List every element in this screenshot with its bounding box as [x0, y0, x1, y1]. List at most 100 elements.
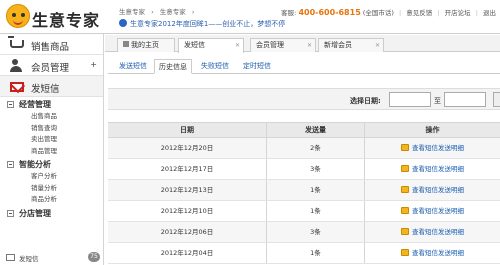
cell-count: 2条 [266, 138, 364, 158]
announcement-text: 生意专家2012年度回眸1——创业不止，梦想不停 [130, 20, 286, 28]
collapse-icon [7, 209, 14, 217]
app-logo[interactable]: 生意专家 [6, 4, 112, 30]
close-icon[interactable]: ✕ [375, 39, 380, 52]
hotline-number: 400-600-6815 [298, 8, 361, 17]
sms-detail-icon [401, 186, 409, 193]
sidebar-item-label: 销售商品 [31, 42, 70, 53]
breadcrumb-item[interactable]: 生意专家 [160, 8, 186, 16]
mail-icon [10, 82, 24, 92]
view-detail-link[interactable]: 查看短信发送明细 [412, 144, 464, 152]
table-row: 2012年12月13日 1条 查看短信发送明细 [108, 180, 500, 201]
cell-count: 3条 [266, 159, 364, 179]
cell-count: 3条 [266, 222, 364, 242]
table-row: 2012年12月04日 1条 查看短信发送明细 [108, 243, 500, 264]
sidebar-group-branches[interactable]: 分店管理 [0, 207, 103, 220]
subtab-send[interactable]: 发送短信 [114, 59, 152, 74]
sms-detail-icon [401, 249, 409, 256]
logout-link[interactable]: 退出 [483, 9, 496, 17]
table-row: 2012年12月20日 2条 查看短信发送明细 [108, 138, 500, 159]
table-row: 2012年12月06日 3条 查看短信发送明细 [108, 222, 500, 243]
cell-count: 1条 [266, 201, 364, 221]
cell-date: 2012年12月17日 [160, 165, 214, 173]
top-links: 客服: 400-600-6815 (全国市话) | 意见反馈 | 开店论坛 | … [281, 8, 496, 17]
close-icon[interactable]: ✕ [235, 39, 240, 52]
subtab-scheduled[interactable]: 定时短信 [238, 59, 276, 74]
top-header: 生意专家 生意专家 › 生意专家 › 生意专家2012年度回眸1——创业不止，梦… [0, 0, 500, 34]
view-detail-link[interactable]: 查看短信发送明细 [412, 249, 464, 257]
sms-detail-icon [401, 165, 409, 172]
column-header-count: 发送量 [266, 123, 364, 137]
cell-date: 2012年12月06日 [160, 228, 214, 236]
sidebar-subitem[interactable]: 卖出管理 [0, 134, 103, 146]
sidebar-group-business[interactable]: 经营管理 [0, 98, 103, 111]
add-member-button[interactable]: + [90, 60, 97, 69]
sms-subtabs: 发送短信 历史信息 失败短信 定时短信 [108, 57, 500, 74]
users-icon [10, 59, 24, 72]
view-detail-link[interactable]: 查看短信发送明细 [412, 186, 464, 194]
close-icon[interactable]: ✕ [307, 39, 312, 52]
column-header-date: 日期 [180, 126, 194, 134]
tab-new-member[interactable]: 新增会员 ✕ [318, 38, 384, 52]
cell-date: 2012年12月04日 [160, 249, 214, 257]
cell-count: 1条 [266, 180, 364, 200]
sidebar-subitem[interactable]: 商品分析 [0, 194, 103, 206]
sidebar: 销售商品 会员管理 + 发短信 经营管理 出售商品 销售查询 卖出管理 商品管理… [0, 34, 104, 265]
cart-icon [8, 36, 24, 48]
info-icon [119, 19, 127, 27]
sidebar-item-label: 发短信 [31, 84, 60, 95]
sms-detail-icon [401, 144, 409, 151]
subtab-history[interactable]: 历史信息 [154, 59, 192, 74]
end-date-input[interactable] [444, 92, 486, 107]
collapse-icon [7, 101, 14, 108]
mascot-icon [6, 4, 30, 28]
sidebar-subitem[interactable]: 出售商品 [0, 111, 103, 123]
sidebar-subitem[interactable]: 销售查询 [0, 123, 103, 135]
cell-date: 2012年12月13日 [160, 186, 214, 194]
view-detail-link[interactable]: 查看短信发送明细 [412, 207, 464, 215]
search-button[interactable] [493, 92, 500, 107]
hotline-region: (全国市话) [362, 9, 394, 17]
cell-date: 2012年12月20日 [160, 144, 214, 152]
tab-sms[interactable]: 发短信 ✕ [178, 38, 244, 53]
view-detail-link[interactable]: 查看短信发送明细 [412, 228, 464, 236]
sidebar-subitem[interactable]: 销量分析 [0, 183, 103, 195]
message-count-badge: 75 [88, 252, 100, 262]
sms-history-table: 日期 发送量 操作 2012年12月20日 2条 查看短信发送明细 2012年1… [108, 122, 500, 264]
sidebar-item-sms[interactable]: 发短信 [0, 76, 103, 97]
feedback-link[interactable]: 意见反馈 [406, 9, 432, 17]
sidebar-subitem[interactable]: 客户分析 [0, 171, 103, 183]
column-header-action: 操作 [364, 123, 500, 137]
announcement[interactable]: 生意专家2012年度回眸1——创业不止，梦想不停 [119, 19, 285, 29]
table-header: 日期 发送量 操作 [108, 122, 500, 138]
tab-members[interactable]: 会员管理 ✕ [250, 38, 316, 52]
view-detail-link[interactable]: 查看短信发送明细 [412, 165, 464, 173]
breadcrumb-item[interactable]: 生意专家 [119, 8, 145, 16]
breadcrumb: 生意专家 › 生意专家 › [119, 8, 195, 16]
sidebar-messages[interactable]: 发短信 75 [0, 252, 104, 263]
table-row: 2012年12月17日 3条 查看短信发送明细 [108, 159, 500, 180]
sms-detail-icon [401, 207, 409, 214]
forum-link[interactable]: 开店论坛 [445, 9, 471, 17]
subtab-failed[interactable]: 失败短信 [196, 59, 234, 74]
table-body: 2012年12月20日 2条 查看短信发送明细 2012年12月17日 3条 查… [108, 138, 500, 264]
sms-detail-icon [401, 228, 409, 235]
hotline-label: 客服: [281, 9, 297, 17]
sidebar-subitem[interactable]: 商品管理 [0, 146, 103, 158]
date-range-separator: 至 [434, 97, 441, 105]
cell-count: 1条 [266, 243, 364, 263]
sidebar-item-sell[interactable]: 销售商品 [0, 34, 103, 55]
date-filter-label: 选择日期: [350, 97, 381, 105]
date-filter: 选择日期: 至 [108, 88, 500, 110]
envelope-icon [6, 254, 15, 261]
sidebar-item-label: 会员管理 [31, 63, 70, 74]
page-tabs: 我的主页 发短信 ✕ 会员管理 ✕ 新增会员 ✕ [105, 35, 500, 53]
table-row: 2012年12月10日 1条 查看短信发送明细 [108, 201, 500, 222]
app-name: 生意专家 [32, 11, 101, 30]
cell-date: 2012年12月10日 [160, 207, 214, 215]
tab-home[interactable]: 我的主页 [117, 38, 175, 52]
sidebar-group-analysis[interactable]: 智能分析 [0, 158, 103, 171]
start-date-input[interactable] [389, 92, 431, 107]
home-icon [123, 41, 129, 47]
collapse-icon [7, 161, 14, 168]
sidebar-item-members[interactable]: 会员管理 + [0, 55, 103, 76]
